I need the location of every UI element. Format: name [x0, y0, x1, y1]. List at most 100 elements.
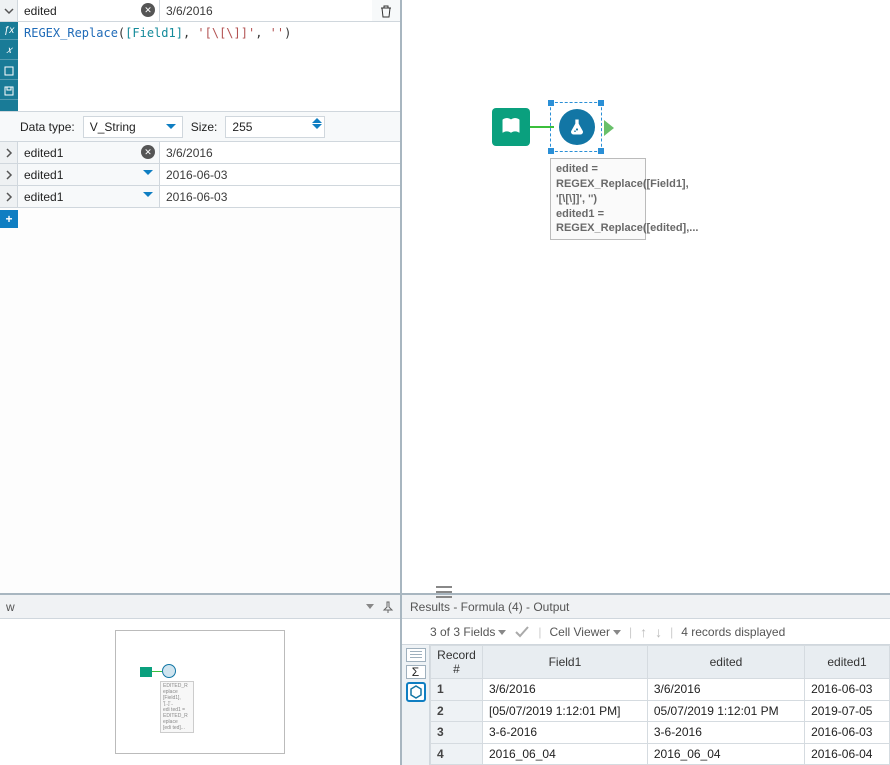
- clear-field-icon[interactable]: ✕: [141, 145, 155, 159]
- spinner-control[interactable]: [312, 118, 322, 129]
- overview-header: w: [0, 595, 400, 619]
- expression-toolbar: ƒx 𝑥: [0, 22, 18, 111]
- formula-config-panel: edited ✕ 3/6/2016 ƒx 𝑥 RE: [0, 0, 402, 593]
- table-row[interactable]: 42016_06_042016_06_042016-06-04: [431, 743, 890, 765]
- cell[interactable]: 3-6-2016: [483, 722, 648, 744]
- cell[interactable]: 3/6/2016: [647, 679, 804, 701]
- output-field-select[interactable]: edited1: [18, 186, 160, 207]
- formula-tool[interactable]: [558, 108, 596, 146]
- summary-view-button[interactable]: Σ: [406, 665, 426, 679]
- mini-input-tool: [140, 667, 152, 677]
- collapse-toggle[interactable]: [0, 0, 18, 21]
- dropdown-icon[interactable]: [366, 604, 374, 609]
- next-record-button[interactable]: ↓: [655, 624, 662, 640]
- table-row[interactable]: 2[05/07/2019 1:12:01 PM]05/07/2019 1:12:…: [431, 700, 890, 722]
- cell[interactable]: 3/6/2016: [483, 679, 648, 701]
- check-icon[interactable]: [514, 625, 530, 639]
- results-table[interactable]: Record #Field1editededited1 13/6/20163/6…: [430, 645, 890, 765]
- delete-expression-button[interactable]: [372, 0, 400, 21]
- recent-button[interactable]: [0, 62, 18, 80]
- output-field-name[interactable]: edited ✕: [18, 0, 160, 21]
- size-input[interactable]: 255: [225, 116, 325, 138]
- cell[interactable]: 2016_06_04: [483, 743, 648, 765]
- results-panel: Results - Formula (4) - Output 3 of 3 Fi…: [402, 593, 890, 765]
- overview-title: w: [6, 600, 15, 614]
- row-number[interactable]: 2: [431, 700, 483, 722]
- hexagon-icon: [409, 685, 423, 699]
- output-field-name-text: edited1: [24, 146, 63, 160]
- pin-icon[interactable]: [382, 601, 394, 613]
- cell-viewer-dropdown[interactable]: Cell Viewer: [550, 625, 621, 639]
- overview-panel: w EDITED_R eplace[Field1], '[..]'..edi t…: [0, 593, 402, 765]
- output-field-name-text: edited: [24, 4, 57, 18]
- tool-annotation[interactable]: edited = REGEX_Replace([Field1], '[\[\]]…: [550, 158, 646, 240]
- expression-preview: 2016-06-03: [160, 164, 400, 185]
- prev-record-button[interactable]: ↑: [640, 624, 647, 640]
- expression-preview: 3/6/2016: [160, 0, 372, 21]
- collapsed-expression-row: edited1 2016-06-03: [0, 164, 400, 186]
- expr-field: [Field1]: [125, 26, 183, 40]
- expression-editor-row: ƒx 𝑥 REGEX_Replace([Field1], '[\[\]]', '…: [0, 22, 400, 112]
- clear-field-icon[interactable]: ✕: [141, 3, 155, 17]
- workflow-canvas[interactable]: edited = REGEX_Replace([Field1], '[\[\]]…: [402, 0, 890, 593]
- cell[interactable]: 3-6-2016: [647, 722, 804, 744]
- cell[interactable]: 05/07/2019 1:12:01 PM: [647, 700, 804, 722]
- mini-connector: [152, 671, 162, 672]
- fx-functions-button[interactable]: ƒx: [0, 22, 18, 40]
- overview-canvas[interactable]: EDITED_R eplace[Field1], '[..]'..edi ted…: [0, 619, 400, 765]
- datatype-row: Data type: V_String Size: 255: [0, 112, 400, 142]
- save-expression-button[interactable]: [0, 82, 18, 100]
- overview-viewport[interactable]: EDITED_R eplace[Field1], '[..]'..edi ted…: [115, 630, 285, 754]
- flask-icon: [567, 117, 587, 137]
- output-anchor[interactable]: [604, 120, 614, 136]
- row-number[interactable]: 4: [431, 743, 483, 765]
- row-number[interactable]: 1: [431, 679, 483, 701]
- expression-editor[interactable]: REGEX_Replace([Field1], '[\[\]]', ''): [18, 22, 400, 111]
- expr-fn: REGEX_Replace: [24, 26, 118, 40]
- chevron-down-icon: [613, 630, 621, 635]
- table-row[interactable]: 13/6/20163/6/20162016-06-03: [431, 679, 890, 701]
- cell[interactable]: 2016_06_04: [647, 743, 804, 765]
- expand-toggle[interactable]: [0, 142, 18, 163]
- chevron-down-icon: [166, 124, 176, 129]
- input-tool[interactable]: [492, 108, 530, 146]
- chevron-down-icon: [312, 124, 322, 129]
- output-field-select[interactable]: edited1 ✕: [18, 142, 160, 163]
- expr-arg1: '[\[\]]': [197, 26, 255, 40]
- hamburger-icon[interactable]: [436, 586, 452, 598]
- fields-summary[interactable]: 3 of 3 Fields: [430, 625, 506, 639]
- output-field-select[interactable]: edited1: [18, 164, 160, 185]
- size-value: 255: [232, 120, 252, 134]
- cell[interactable]: [05/07/2019 1:12:01 PM]: [483, 700, 648, 722]
- collapsed-expression-row: edited1✕3/6/2016: [0, 142, 400, 164]
- cell[interactable]: 2016-06-04: [805, 743, 890, 765]
- expression-preview: 2016-06-03: [160, 186, 400, 207]
- book-icon: [500, 116, 522, 138]
- expression-header-row: edited ✕ 3/6/2016: [0, 0, 400, 22]
- data-view-button[interactable]: [406, 682, 426, 702]
- annotation-text: edited = REGEX_Replace([Field1], '[\[\]]…: [556, 163, 698, 234]
- datatype-select[interactable]: V_String: [83, 116, 183, 138]
- trash-icon: [379, 4, 393, 18]
- column-header[interactable]: Field1: [483, 646, 648, 679]
- column-header[interactable]: edited1: [805, 646, 890, 679]
- chevron-up-icon: [312, 118, 322, 123]
- expand-toggle[interactable]: [0, 186, 18, 207]
- column-header[interactable]: edited: [647, 646, 804, 679]
- add-expression-button[interactable]: +: [0, 210, 18, 228]
- chevron-down-icon: [143, 170, 153, 175]
- cell[interactable]: 2019-07-05: [805, 700, 890, 722]
- cell[interactable]: 2016-06-03: [805, 679, 890, 701]
- records-summary: 4 records displayed: [681, 625, 785, 639]
- mini-annotation: EDITED_R eplace[Field1], '[..]'..edi ted…: [160, 681, 194, 733]
- expand-toggle[interactable]: [0, 164, 18, 185]
- messages-view-button[interactable]: [406, 648, 426, 662]
- row-number[interactable]: 3: [431, 722, 483, 744]
- cell[interactable]: 2016-06-03: [805, 722, 890, 744]
- x-variables-button[interactable]: 𝑥: [0, 42, 18, 60]
- column-header[interactable]: Record #: [431, 646, 483, 679]
- chevron-down-icon: [498, 630, 506, 635]
- output-field-name-text: edited1: [24, 168, 63, 182]
- results-view-switcher: Σ: [402, 645, 430, 765]
- table-row[interactable]: 33-6-20163-6-20162016-06-03: [431, 722, 890, 744]
